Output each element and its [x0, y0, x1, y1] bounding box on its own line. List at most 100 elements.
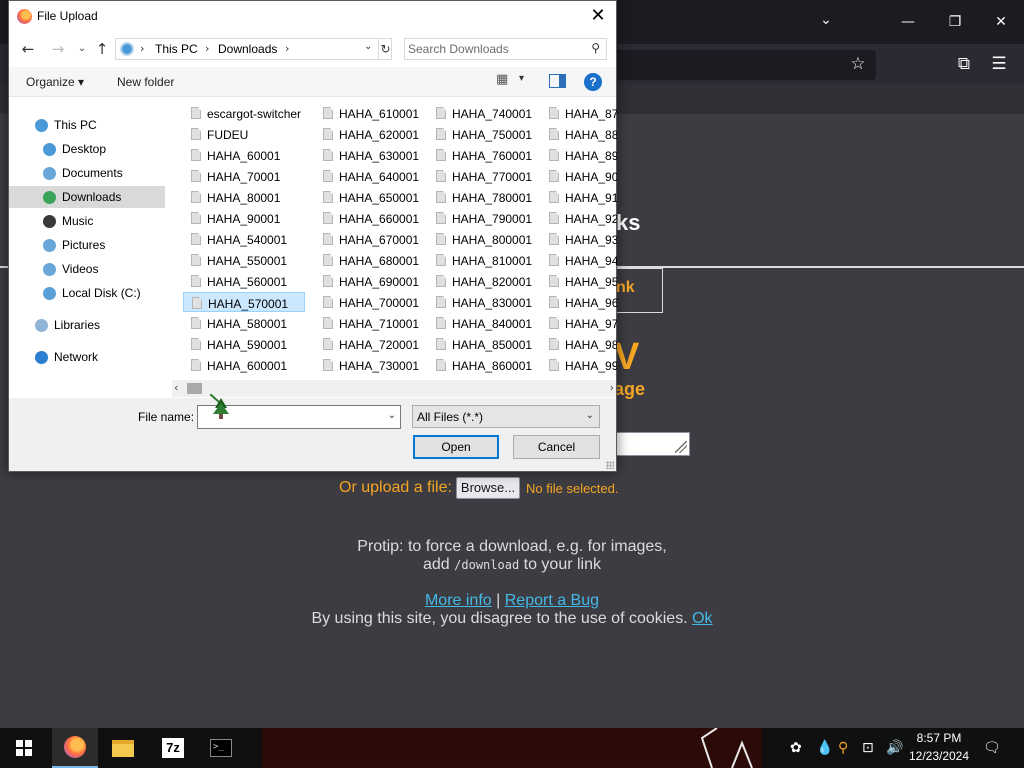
file-item[interactable]: HAHA_860001: [428, 355, 550, 375]
file-item[interactable]: HAHA_760001: [428, 145, 550, 165]
file-item[interactable]: HAHA_830001: [428, 292, 550, 312]
file-item[interactable]: HAHA_880001: [541, 124, 617, 144]
preview-pane-icon[interactable]: [549, 74, 566, 88]
scrollbar-thumb[interactable]: [187, 383, 202, 394]
up-arrow-icon[interactable]: ↑: [93, 40, 111, 58]
file-item[interactable]: HAHA_700001: [315, 292, 437, 312]
file-item[interactable]: HAHA_970001: [541, 313, 617, 333]
nav-item-desktop[interactable]: Desktop: [9, 138, 165, 160]
nav-item-videos[interactable]: Videos: [9, 258, 165, 280]
nav-item-libraries[interactable]: Libraries: [9, 314, 165, 336]
breadcrumb-this-pc[interactable]: This PC: [155, 42, 198, 56]
url-bar[interactable]: [600, 50, 876, 80]
bookmark-star-icon[interactable]: ☆: [847, 54, 869, 74]
link-textarea[interactable]: [612, 432, 690, 456]
file-name-dropdown-icon[interactable]: ⌄: [388, 410, 396, 421]
new-folder-button[interactable]: New folder: [117, 75, 174, 89]
clock-date[interactable]: 12/23/2024: [904, 749, 974, 763]
file-item[interactable]: HAHA_790001: [428, 208, 550, 228]
file-item[interactable]: HAHA_940001: [541, 250, 617, 270]
nav-item-pictures[interactable]: Pictures: [9, 234, 165, 256]
file-item[interactable]: HAHA_590001: [183, 334, 305, 354]
nav-item-music[interactable]: Music: [9, 210, 165, 232]
file-item[interactable]: HAHA_690001: [315, 271, 437, 291]
nav-item-documents[interactable]: Documents: [9, 162, 165, 184]
file-item[interactable]: HAHA_80001: [183, 187, 305, 207]
tray-app-icon[interactable]: ✿: [790, 738, 802, 758]
minimize-button[interactable]: —: [893, 8, 923, 36]
file-item[interactable]: HAHA_670001: [315, 229, 437, 249]
file-item[interactable]: FUDEU: [183, 124, 305, 144]
address-bar[interactable]: › This PC › Downloads › ⌄ ↻: [115, 38, 392, 60]
breadcrumb-downloads[interactable]: Downloads: [218, 42, 277, 56]
close-window-button[interactable]: ✕: [986, 8, 1016, 36]
file-type-dropdown-icon[interactable]: ⌄: [586, 410, 594, 421]
file-item[interactable]: HAHA_750001: [428, 124, 550, 144]
nav-item-this-pc[interactable]: This PC: [9, 114, 165, 136]
file-item[interactable]: HAHA_800001: [428, 229, 550, 249]
nav-item-downloads[interactable]: Downloads: [9, 186, 165, 208]
file-item[interactable]: HAHA_620001: [315, 124, 437, 144]
dialog-close-button[interactable]: ✕: [586, 5, 610, 27]
back-arrow-icon[interactable]: ←: [19, 40, 37, 58]
link-button-partial[interactable]: nk: [616, 279, 635, 297]
file-item[interactable]: HAHA_680001: [315, 250, 437, 270]
file-type-select[interactable]: All Files (*.*) ⌄: [412, 405, 600, 428]
file-item[interactable]: HAHA_980001: [541, 334, 617, 354]
view-dropdown-icon[interactable]: ▾: [519, 73, 524, 84]
open-button[interactable]: Open: [413, 435, 499, 459]
scroll-right-icon[interactable]: ›: [610, 381, 614, 394]
file-item[interactable]: HAHA_990001: [541, 355, 617, 375]
file-item[interactable]: HAHA_580001: [183, 313, 305, 333]
file-item[interactable]: HAHA_930001: [541, 229, 617, 249]
dialog-resize-grip-icon[interactable]: [606, 461, 614, 469]
horizontal-scrollbar[interactable]: ‹ ›: [172, 380, 616, 397]
file-item[interactable]: HAHA_560001: [183, 271, 305, 291]
view-options-icon[interactable]: ▦: [496, 72, 512, 88]
file-item[interactable]: HAHA_600001: [183, 355, 305, 375]
tray-drop-icon[interactable]: 💧: [816, 738, 833, 758]
breadcrumb-separator-icon[interactable]: ›: [205, 42, 209, 55]
nav-item-network[interactable]: Network: [9, 346, 165, 368]
file-item[interactable]: HAHA_570001: [183, 292, 305, 312]
file-item[interactable]: HAHA_540001: [183, 229, 305, 249]
file-item[interactable]: HAHA_870001: [541, 103, 617, 123]
file-item[interactable]: HAHA_740001: [428, 103, 550, 123]
file-item[interactable]: HAHA_90001: [183, 208, 305, 228]
file-item[interactable]: HAHA_850001: [428, 334, 550, 354]
start-button[interactable]: [0, 728, 48, 768]
menu-icon[interactable]: ☰: [988, 54, 1010, 74]
search-input[interactable]: [408, 40, 578, 58]
cancel-button[interactable]: Cancel: [513, 435, 600, 459]
file-item[interactable]: HAHA_710001: [315, 313, 437, 333]
tab-list-chevron-icon[interactable]: ⌄: [811, 6, 841, 34]
network-icon[interactable]: ⊡: [862, 738, 874, 758]
file-item[interactable]: HAHA_920001: [541, 208, 617, 228]
file-item[interactable]: HAHA_610001: [315, 103, 437, 123]
file-item[interactable]: HAHA_630001: [315, 145, 437, 165]
file-item[interactable]: HAHA_840001: [428, 313, 550, 333]
resize-grip-icon[interactable]: [675, 441, 687, 453]
recent-dropdown-icon[interactable]: ⌄: [73, 40, 91, 58]
taskbar-terminal[interactable]: >_: [198, 728, 244, 768]
file-item[interactable]: HAHA_910001: [541, 187, 617, 207]
file-item[interactable]: HAHA_900001: [541, 166, 617, 186]
breadcrumb-separator-icon[interactable]: ›: [285, 42, 289, 55]
file-item[interactable]: HAHA_770001: [428, 166, 550, 186]
refresh-icon[interactable]: ↻: [378, 39, 392, 59]
taskbar-firefox[interactable]: [52, 728, 98, 768]
help-icon[interactable]: ?: [584, 73, 602, 91]
nav-item-local-disk-c[interactable]: Local Disk (C:): [9, 282, 165, 304]
file-item[interactable]: HAHA_810001: [428, 250, 550, 270]
file-item[interactable]: HAHA_640001: [315, 166, 437, 186]
search-box[interactable]: ⚲: [404, 38, 607, 60]
tray-search-icon[interactable]: ⚲: [838, 738, 848, 758]
extensions-icon[interactable]: ⧉: [953, 54, 975, 74]
file-item[interactable]: HAHA_650001: [315, 187, 437, 207]
address-dropdown-icon[interactable]: ⌄: [364, 41, 372, 52]
file-item[interactable]: HAHA_60001: [183, 145, 305, 165]
report-bug-link[interactable]: Report a Bug: [505, 592, 599, 609]
clock-time[interactable]: 8:57 PM: [904, 731, 974, 745]
file-item[interactable]: HAHA_820001: [428, 271, 550, 291]
search-icon[interactable]: ⚲: [591, 41, 600, 55]
